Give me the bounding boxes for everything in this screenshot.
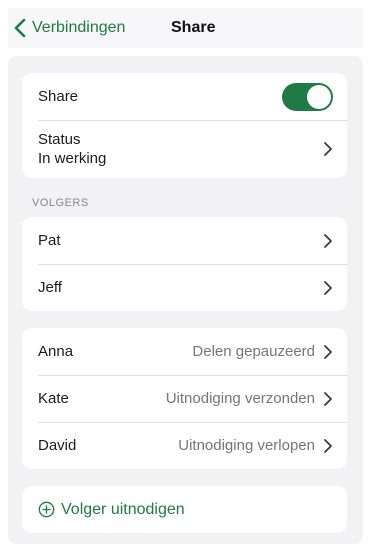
back-button-label: Verbindingen (32, 19, 126, 36)
follower-name: David (38, 437, 77, 454)
status-text: Status In werking (38, 130, 323, 168)
plus-circle-icon (38, 501, 55, 518)
share-card: Share Status In werking (22, 73, 347, 178)
list-item[interactable]: Jeff (22, 264, 347, 311)
invite-label: Volger uitnodigen (61, 500, 185, 518)
follower-name: Anna (38, 343, 74, 360)
list-item[interactable]: Kate Uitnodiging verzonden (22, 375, 347, 422)
list-item[interactable]: Anna Delen gepauzeerd (22, 328, 347, 375)
back-button[interactable]: Verbindingen (14, 18, 125, 38)
content-sheet: Share Status In werking VOLGERS Pat Jeff (8, 56, 363, 544)
share-label: Share (38, 88, 79, 105)
status-row[interactable]: Status In werking (22, 120, 347, 178)
follower-name: Kate (38, 390, 69, 407)
invite-follower-link[interactable]: Volger uitnodigen (38, 501, 185, 519)
list-item[interactable]: David Uitnodiging verlopen (22, 422, 347, 469)
page-title: Share (171, 19, 216, 36)
chevron-right-icon (323, 233, 333, 249)
invite-card: Volger uitnodigen (22, 486, 347, 533)
list-item[interactable]: Pat (22, 217, 347, 264)
follower-status: Uitnodiging verzonden (165, 390, 315, 407)
chevron-left-icon (14, 19, 26, 37)
follower-name: Jeff (38, 279, 62, 296)
pending-followers-card: Anna Delen gepauzeerd Kate Uitnodiging v… (22, 328, 347, 469)
followers-section-header: VOLGERS (32, 197, 89, 209)
status-label: Status (38, 131, 81, 148)
navigation-bar: Verbindingen Share (8, 8, 363, 48)
share-toggle[interactable] (282, 82, 333, 111)
chevron-right-icon (323, 438, 333, 454)
follower-status: Uitnodiging verlopen (178, 437, 315, 454)
chevron-right-icon (323, 344, 333, 360)
toggle-knob (307, 84, 331, 109)
status-value: In werking (38, 150, 107, 167)
followers-card: Pat Jeff (22, 217, 347, 311)
share-toggle-row: Share (22, 73, 347, 120)
chevron-right-icon (323, 280, 333, 296)
invite-follower-button[interactable]: Volger uitnodigen (22, 486, 347, 533)
follower-status: Delen gepauzeerd (192, 343, 315, 360)
chevron-right-icon (323, 391, 333, 407)
follower-name: Pat (38, 232, 61, 249)
chevron-right-icon (323, 141, 333, 157)
